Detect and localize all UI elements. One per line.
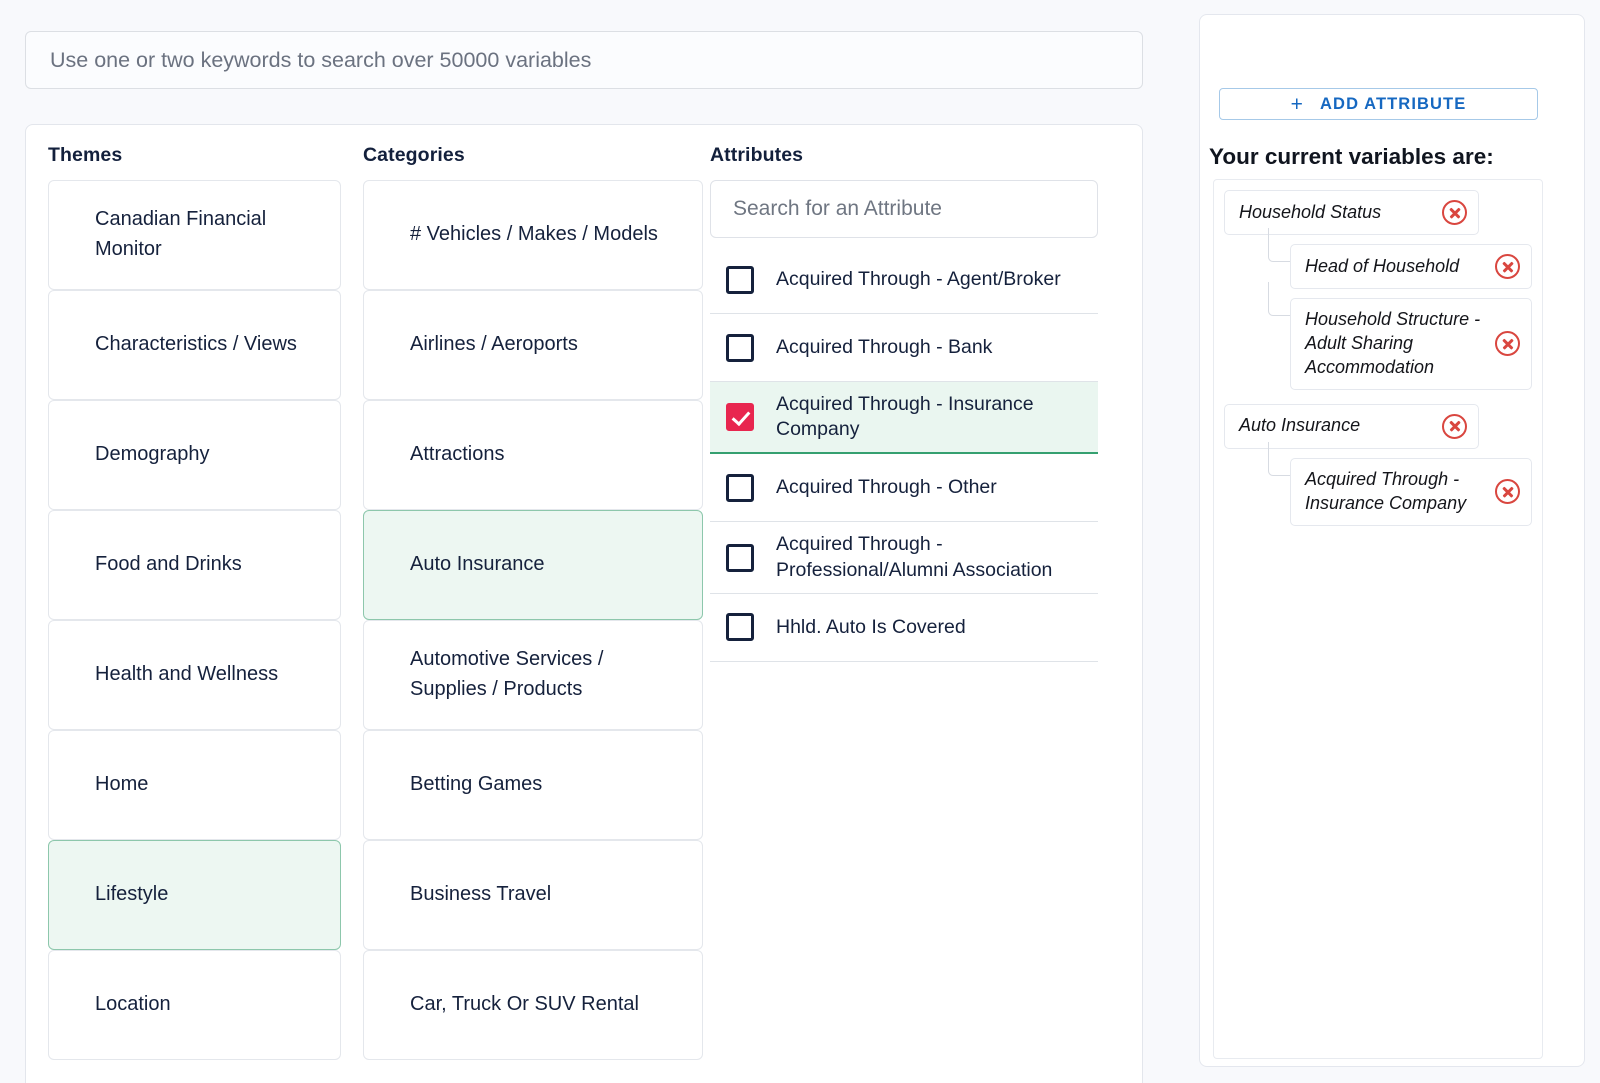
search-input[interactable]	[48, 46, 1120, 74]
plus-icon: +	[1290, 92, 1305, 116]
theme-label: Health and Wellness	[95, 663, 279, 686]
variables-tree: Household Status Head of Household Househo…	[1213, 179, 1543, 1059]
themes-title: Themes	[48, 144, 123, 166]
category-item[interactable]: Airlines / Aeroports	[363, 290, 703, 400]
variable-child-chip[interactable]: Head of Household	[1290, 244, 1532, 289]
attribute-label: Hhld. Auto Is Covered	[776, 615, 966, 638]
theme-label: Food and Drinks	[95, 553, 242, 576]
theme-item[interactable]: Lifestyle	[48, 840, 341, 950]
category-item[interactable]: Automotive Services / Supplies / Product…	[363, 620, 703, 730]
theme-label: Characteristics / Views	[95, 333, 297, 356]
theme-label: Demography	[95, 443, 210, 466]
variable-group-chip[interactable]: Auto Insurance	[1224, 403, 1479, 449]
add-attribute-button[interactable]: + ADD ATTRIBUTE	[1219, 88, 1538, 120]
variable-child-chip[interactable]: Household Structure - Adult Sharing Acco…	[1290, 298, 1532, 390]
variable-child-wrapper: Household Structure - Adult Sharing Acco…	[1268, 282, 1532, 390]
attribute-search-box[interactable]	[710, 180, 1098, 238]
current-variables-panel: + ADD ATTRIBUTE Your current variables a…	[1199, 14, 1585, 1067]
attribute-search-input[interactable]	[731, 196, 1077, 222]
variable-child-wrapper: Head of Household	[1268, 228, 1532, 289]
attribute-label: Acquired Through - Agent/Broker	[776, 267, 1061, 290]
theme-label: Location	[95, 993, 171, 1016]
theme-item[interactable]: Location	[48, 950, 341, 1060]
theme-label: Canadian Financial Monitor	[95, 208, 267, 260]
category-label: Automotive Services / Supplies / Product…	[410, 648, 604, 700]
remove-variable-group-icon[interactable]	[1442, 200, 1467, 225]
categories-list: # Vehicles / Makes / Models Airlines / Ae…	[363, 180, 703, 1060]
variable-group: Household Status Head of Household Househo…	[1214, 190, 1542, 390]
browse-columns: Themes Canadian Financial Monitor Charact…	[26, 125, 1142, 1083]
attribute-row[interactable]: Acquired Through - Bank	[710, 314, 1098, 382]
theme-item[interactable]: Home	[48, 730, 341, 840]
category-item[interactable]: Car, Truck Or SUV Rental	[363, 950, 703, 1060]
remove-variable-child-icon[interactable]	[1495, 479, 1520, 505]
remove-variable-child-icon[interactable]	[1495, 254, 1520, 279]
attribute-label: Acquired Through - Insurance Company	[776, 392, 1034, 440]
attribute-row[interactable]: Acquired Through - Professional/Alumni A…	[710, 522, 1098, 594]
remove-variable-child-icon[interactable]	[1495, 331, 1520, 357]
category-label: # Vehicles / Makes / Models	[410, 223, 658, 246]
checkbox-unchecked-icon[interactable]	[726, 333, 754, 362]
tree-connector-icon	[1268, 282, 1290, 316]
attribute-label: Acquired Through - Other	[776, 476, 997, 499]
variable-group-chip[interactable]: Household Status	[1224, 190, 1479, 235]
checkbox-checked-icon[interactable]	[726, 402, 754, 431]
category-item[interactable]: Auto Insurance	[363, 510, 703, 620]
current-variables-title: Your current variables are:	[1209, 144, 1494, 169]
attributes-list: Acquired Through - Agent/Broker Acquired …	[710, 246, 1098, 662]
category-item[interactable]: Betting Games	[363, 730, 703, 840]
checkbox-unchecked-icon[interactable]	[726, 543, 754, 572]
variable-group-label: Household Status	[1239, 201, 1382, 222]
categories-column: Categories # Vehicles / Makes / Models Ai…	[346, 125, 703, 1083]
category-item[interactable]: Attractions	[363, 400, 703, 510]
category-item[interactable]: Business Travel	[363, 840, 703, 950]
variable-child-label: Head of Household	[1305, 255, 1460, 276]
theme-label: Home	[95, 773, 149, 796]
variable-child-wrapper: Acquired Through - Insurance Company	[1268, 441, 1532, 526]
attribute-label: Acquired Through - Bank	[776, 335, 993, 358]
attribute-row[interactable]: Hhld. Auto Is Covered	[710, 593, 1098, 662]
themes-column: Themes Canadian Financial Monitor Charact…	[26, 125, 346, 1083]
main-area: Themes Canadian Financial Monitor Charact…	[0, 0, 1168, 1083]
checkbox-unchecked-icon[interactable]	[726, 473, 754, 502]
attribute-row[interactable]: Acquired Through - Insurance Company	[710, 380, 1098, 455]
attributes-title: Attributes	[710, 144, 804, 166]
theme-item[interactable]: Food and Drinks	[48, 510, 341, 620]
theme-item[interactable]: Health and Wellness	[48, 620, 341, 730]
variable-child-chip[interactable]: Acquired Through - Insurance Company	[1290, 457, 1532, 526]
category-label: Auto Insurance	[410, 553, 545, 576]
category-label: Car, Truck Or SUV Rental	[410, 993, 639, 1016]
attribute-row[interactable]: Acquired Through - Agent/Broker	[710, 246, 1098, 314]
checkbox-unchecked-icon[interactable]	[726, 613, 754, 642]
variable-group: Auto Insurance Acquired Through - Insuran…	[1214, 403, 1542, 526]
category-item[interactable]: # Vehicles / Makes / Models	[363, 180, 703, 290]
variable-group-label: Auto Insurance	[1239, 415, 1361, 436]
category-label: Betting Games	[410, 773, 543, 796]
theme-label: Lifestyle	[95, 883, 169, 906]
global-search-box[interactable]	[25, 31, 1143, 89]
theme-item[interactable]: Characteristics / Views	[48, 290, 341, 400]
tree-connector-icon	[1268, 228, 1290, 262]
attribute-row[interactable]: Acquired Through - Other	[710, 454, 1098, 523]
category-label: Business Travel	[410, 883, 552, 906]
add-attribute-label: ADD ATTRIBUTE	[1320, 94, 1467, 113]
checkbox-unchecked-icon[interactable]	[726, 265, 754, 294]
tree-connector-icon	[1268, 441, 1290, 476]
theme-item[interactable]: Canadian Financial Monitor	[48, 180, 341, 290]
category-label: Airlines / Aeroports	[410, 333, 578, 356]
categories-title: Categories	[363, 144, 465, 166]
remove-variable-group-icon[interactable]	[1442, 413, 1467, 439]
variable-child-label: Acquired Through - Insurance Company	[1305, 468, 1467, 513]
variable-selector-page: Themes Canadian Financial Monitor Charact…	[0, 0, 1600, 1083]
category-label: Attractions	[410, 443, 505, 466]
variable-child-label: Household Structure - Adult Sharing Acco…	[1305, 309, 1481, 377]
browse-panel: Themes Canadian Financial Monitor Charact…	[25, 124, 1143, 1083]
attributes-column: Attributes Acquired Through - Agent/Brok…	[696, 125, 1136, 1083]
attribute-label: Acquired Through - Professional/Alumni A…	[776, 533, 1053, 581]
themes-list: Canadian Financial Monitor Characteristic…	[48, 180, 346, 1060]
theme-item[interactable]: Demography	[48, 400, 341, 510]
